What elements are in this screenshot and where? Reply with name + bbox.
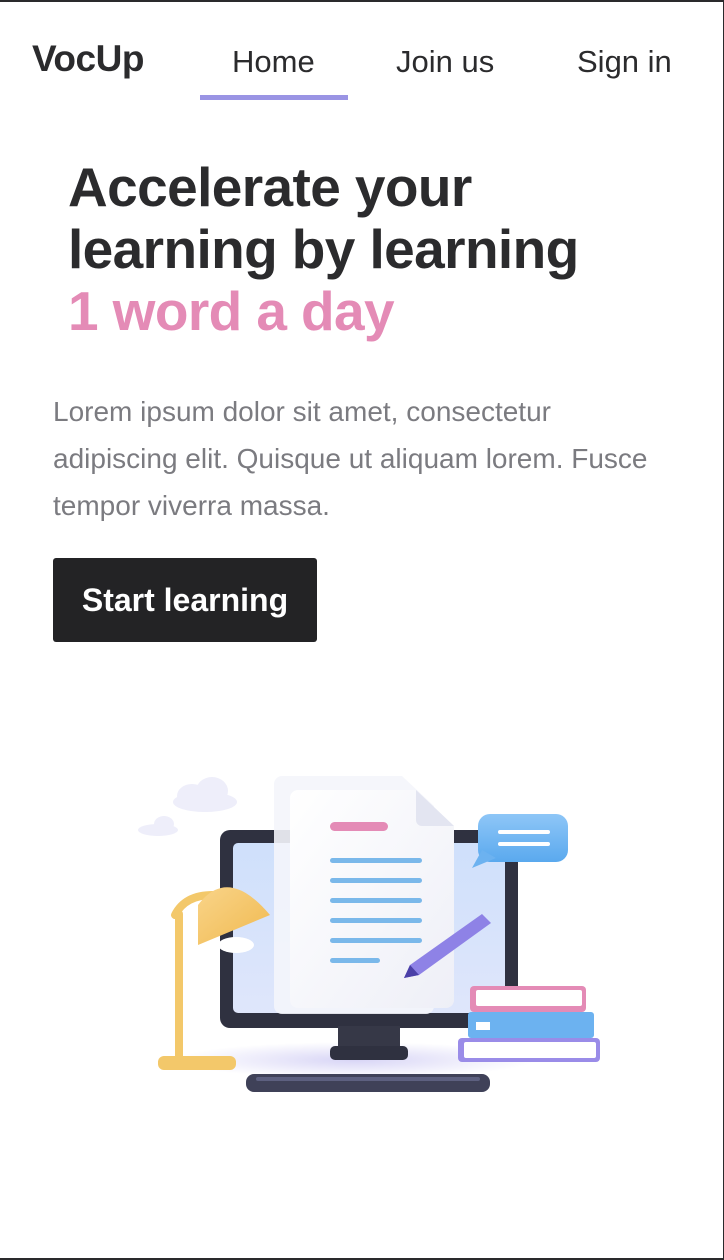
keyboard-icon [246, 1074, 490, 1092]
start-learning-button[interactable]: Start learning [53, 558, 317, 642]
hero-title-line-1: Accelerate your [68, 156, 472, 218]
brand-logo[interactable]: VocUp [32, 38, 144, 80]
hero-title-accent: 1 word a day [68, 280, 395, 342]
books-icon [458, 986, 600, 1062]
nav-link-home[interactable]: Home [232, 44, 315, 80]
hero-title: Accelerate your learning by learning 1 w… [68, 156, 708, 342]
cloud-icon [138, 777, 237, 836]
hero-illustration [138, 776, 600, 1092]
document-icon [274, 776, 454, 1014]
hero-title-line-2: learning by learning [68, 218, 579, 280]
navbar: VocUp Home Join us Sign in [0, 0, 724, 100]
nav-active-indicator [200, 95, 348, 100]
chat-bubble-icon [472, 814, 568, 868]
nav-link-sign-in[interactable]: Sign in [577, 44, 672, 80]
hero-description: Lorem ipsum dolor sit amet, consectetur … [53, 396, 648, 521]
nav-link-join-us[interactable]: Join us [396, 44, 494, 80]
